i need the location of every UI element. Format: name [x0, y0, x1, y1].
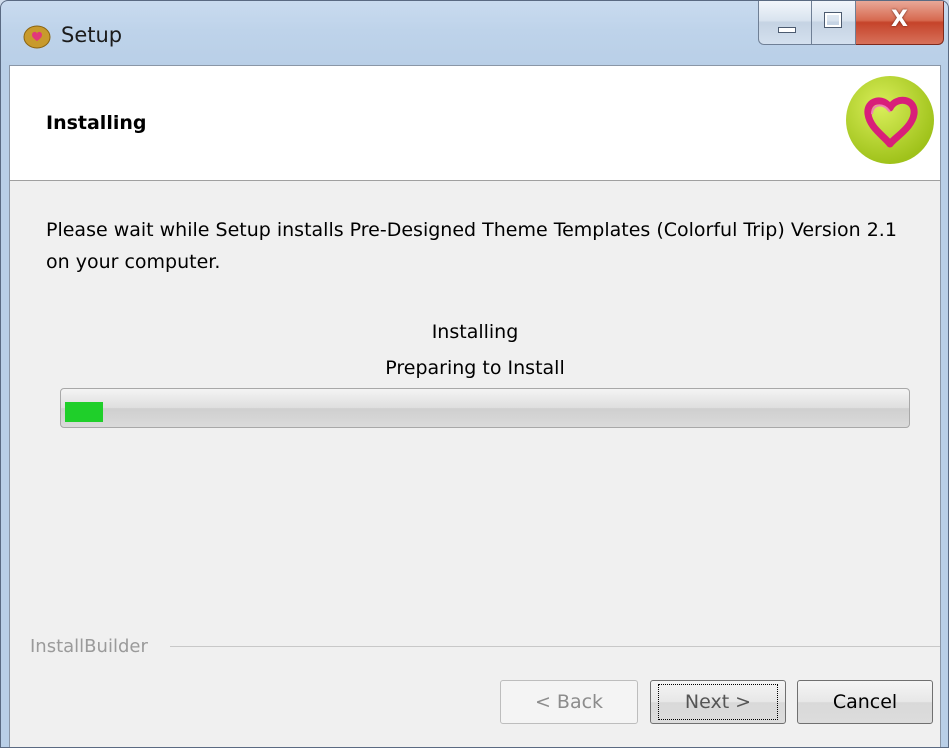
close-icon: X — [891, 7, 908, 32]
back-button[interactable]: < Back — [500, 680, 638, 724]
next-button-label: Next > — [657, 684, 779, 720]
setup-window: Setup X Installing Please wait while Set… — [0, 0, 949, 748]
page-title: Installing — [46, 112, 147, 134]
setup-app-icon[interactable] — [23, 23, 51, 49]
cancel-button[interactable]: Cancel — [797, 680, 933, 724]
heart-logo-icon — [844, 74, 936, 166]
title-bar[interactable]: Setup X — [1, 1, 948, 65]
next-button[interactable]: Next > — [650, 680, 786, 724]
dialog-client-area: Installing Please wait while Setup insta… — [9, 65, 941, 747]
close-button[interactable]: X — [856, 1, 944, 45]
maximize-button[interactable] — [812, 1, 856, 45]
status-detail: Preparing to Install — [385, 357, 565, 379]
brand-divider — [170, 646, 940, 647]
minimize-button[interactable] — [758, 1, 812, 45]
install-description: Please wait while Setup installs Pre-Des… — [46, 219, 897, 273]
progress-fill — [65, 402, 103, 422]
window-title: Setup — [61, 23, 123, 47]
minimize-icon — [778, 27, 796, 33]
window-controls: X — [758, 1, 944, 47]
installer-brand-label: InstallBuilder — [30, 636, 148, 657]
wizard-header: Installing — [10, 66, 940, 181]
maximize-icon — [825, 13, 841, 27]
status-heading: Installing — [431, 321, 519, 343]
install-progress-bar — [60, 388, 910, 428]
